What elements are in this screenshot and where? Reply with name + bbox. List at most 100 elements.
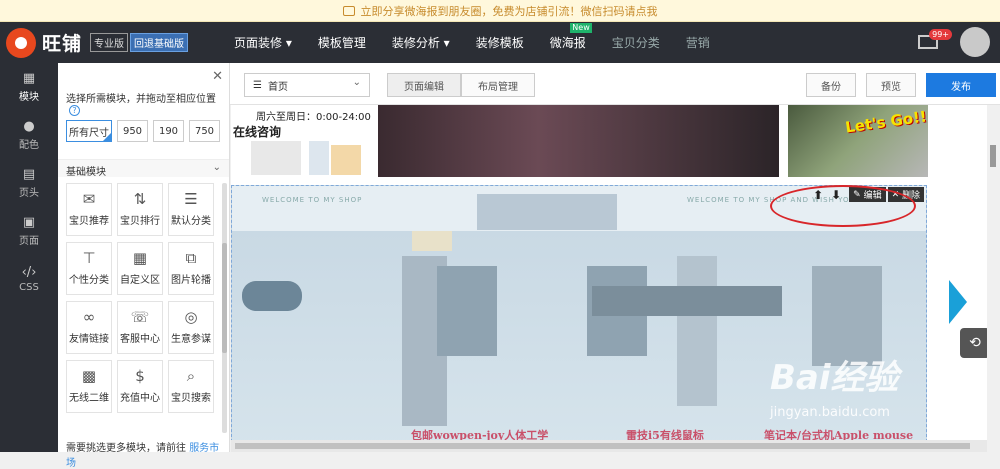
mail-icon[interactable]: 99+ — [918, 29, 952, 49]
tab-page-edit[interactable]: 页面编辑 — [387, 73, 461, 97]
nav-decor-analysis[interactable]: 装修分析 ▾ — [392, 34, 450, 51]
rail-label: CSS — [19, 282, 39, 293]
module-item-service[interactable]: ☏ 客服中心 — [117, 301, 163, 354]
nav-micro-poster[interactable]: 微海报 New — [549, 23, 592, 51]
blurred-block — [412, 231, 452, 251]
help-icon[interactable]: ? — [69, 105, 80, 116]
module-item-links[interactable]: ∞ 友情链接 — [66, 301, 112, 354]
toolbar-actions: 备份 预览 发布 — [796, 73, 996, 97]
module-label: 友情链接 — [69, 334, 109, 345]
blurred-block — [477, 194, 617, 230]
right-edge — [949, 105, 987, 452]
rail-item-header[interactable]: ▤ 页头 — [0, 159, 58, 207]
header-icon: ▤ — [22, 167, 36, 182]
next-arrow-icon[interactable] — [949, 280, 967, 324]
module-label: 充值中心 — [120, 393, 160, 404]
canvas-vscroll[interactable] — [987, 105, 1000, 452]
page-select[interactable]: ☰ 首页 ⌄ — [244, 73, 370, 97]
module-item-qrcode[interactable]: ▩ 无线二维 — [66, 360, 112, 413]
rail-label: 配色 — [19, 140, 39, 151]
canvas-hscroll[interactable] — [231, 440, 987, 452]
chevron-down-icon: ⌄ — [352, 77, 361, 88]
module-label: 默认分类 — [171, 216, 211, 227]
module-item-recharge[interactable]: $ 充值中心 — [117, 360, 163, 413]
speaker-icon — [342, 5, 355, 16]
tree-icon: ⊤ — [82, 249, 96, 267]
size-filter: 所有尺寸 950 190 750 — [66, 120, 225, 142]
left-rail: ▦ 模块 ● 配色 ▤ 页头 ▣ 页面 ‹/› CSS — [0, 63, 58, 452]
brand-logo-icon — [6, 27, 36, 58]
brand[interactable]: 旺铺 专业版 回退基础版 — [6, 27, 234, 58]
nav-page-decor[interactable]: 页面装修 ▾ — [234, 34, 292, 51]
basic-modules-header[interactable]: 基础模块 ⌄ — [58, 159, 229, 178]
top-right-tools: 99+ — [918, 27, 990, 57]
section-title: 基础模块 — [66, 167, 106, 178]
main-nav: 页面装修 ▾ 模板管理 装修分析 ▾ 装修模板 微海报 New 宝贝分类 营销 — [234, 23, 736, 51]
panel-hint: 选择所需模块，并拖动至相应位置? — [66, 90, 229, 116]
highlight-circle — [770, 185, 916, 227]
nav-marketing[interactable]: 营销 — [686, 34, 710, 51]
size-all-button[interactable]: 所有尺寸 — [66, 120, 112, 142]
panel-scrollbar-thumb[interactable] — [222, 243, 227, 353]
module-item-search[interactable]: ⌕ 宝贝搜索 — [168, 360, 214, 413]
blurred-block — [242, 281, 302, 311]
grid-block-icon: ▦ — [132, 249, 148, 267]
rail-item-colors[interactable]: ● 配色 — [0, 111, 58, 159]
module-label: 宝贝搜索 — [171, 393, 211, 404]
compass-icon: ◎ — [184, 308, 198, 326]
back-to-top-icon[interactable]: ⟲ — [960, 328, 990, 358]
module-item-carousel[interactable]: ⧉ 图片轮播 — [168, 242, 214, 295]
coin-icon: $ — [135, 367, 145, 385]
canvas-vscroll-thumb[interactable] — [990, 145, 996, 167]
banner-image[interactable] — [378, 105, 779, 177]
recommend-icon: ✉ — [82, 190, 96, 208]
module-label: 宝贝排行 — [120, 216, 160, 227]
editor-canvas[interactable]: 周六至周日：0:00-24:00 在线咨询 Let's Go!! WELCOME… — [231, 105, 949, 452]
mail-count-badge: 99+ — [929, 29, 952, 40]
backup-button[interactable]: 备份 — [806, 73, 856, 97]
page-icon: ▣ — [22, 215, 36, 230]
size-190-button[interactable]: 190 — [153, 120, 184, 142]
watermark-url: jingyan.baidu.com — [770, 405, 890, 420]
blurred-block — [592, 286, 782, 316]
image-carousel-icon: ⧉ — [185, 249, 197, 267]
tab-layout-manage[interactable]: 布局管理 — [461, 73, 535, 97]
canvas-hscroll-thumb[interactable] — [235, 443, 970, 449]
new-badge: New — [570, 23, 592, 33]
module-label: 无线二维 — [69, 393, 109, 404]
size-950-button[interactable]: 950 — [117, 120, 148, 142]
promo-banner[interactable]: 立即分享微海报到朋友圈，免费为店铺引流！微信扫码请点我 — [0, 0, 1000, 22]
nav-item-category[interactable]: 宝贝分类 — [612, 34, 660, 51]
banner-text[interactable]: 立即分享微海报到朋友圈，免费为店铺引流！微信扫码请点我 — [361, 3, 658, 19]
footer-text: 需要挑选更多模块，请前往 — [66, 443, 186, 454]
module-panel: ✕ 选择所需模块，并拖动至相应位置? 所有尺寸 950 190 750 基础模块… — [58, 63, 230, 469]
blurred-block — [677, 256, 717, 406]
menu-icon: ☰ — [253, 79, 262, 91]
avatar[interactable] — [960, 27, 990, 57]
code-icon: ‹/› — [21, 265, 37, 280]
preview-button[interactable]: 预览 — [866, 73, 916, 97]
nav-micro-poster-label: 微海报 — [549, 36, 586, 50]
edition-badge: 专业版 — [90, 33, 129, 52]
rail-item-page[interactable]: ▣ 页面 — [0, 207, 58, 255]
rail-item-css[interactable]: ‹/› CSS — [0, 255, 58, 303]
editor-toolbar: ☰ 首页 ⌄ 页面编辑 布局管理 备份 预览 发布 — [230, 63, 1000, 105]
module-item-business-advisor[interactable]: ◎ 生意参谋 — [168, 301, 214, 354]
panel-hint-text: 选择所需模块，并拖动至相应位置 — [66, 94, 216, 105]
publish-button[interactable]: 发布 — [926, 73, 996, 97]
module-item-recommend[interactable]: ✉ 宝贝推荐 — [66, 183, 112, 236]
nav-decor-template[interactable]: 装修模板 — [476, 34, 524, 51]
panel-scrollbar[interactable] — [222, 183, 227, 433]
blurred-block — [309, 141, 329, 175]
size-750-button[interactable]: 750 — [189, 120, 220, 142]
module-item-default-category[interactable]: ☰ 默认分类 — [168, 183, 214, 236]
module-item-custom-area[interactable]: ▦ 自定义区 — [117, 242, 163, 295]
downgrade-button[interactable]: 回退基础版 — [130, 33, 189, 52]
module-item-custom-category[interactable]: ⊤ 个性分类 — [66, 242, 112, 295]
nav-template-manage[interactable]: 模板管理 — [318, 34, 366, 51]
close-icon[interactable]: ✕ — [212, 69, 223, 84]
module-item-ranking[interactable]: ⇅ 宝贝排行 — [117, 183, 163, 236]
rail-item-modules[interactable]: ▦ 模块 — [0, 63, 58, 111]
brand-name: 旺铺 — [42, 33, 83, 55]
category-icon: ☰ — [184, 190, 198, 208]
